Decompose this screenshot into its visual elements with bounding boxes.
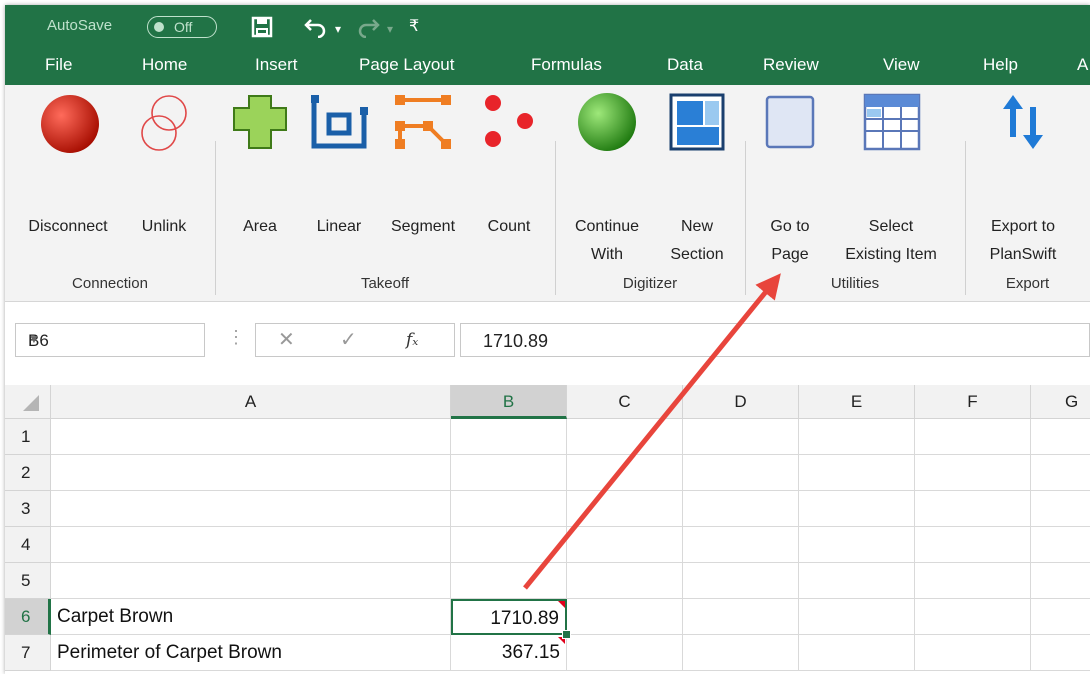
annotation-arrow — [523, 273, 781, 590]
